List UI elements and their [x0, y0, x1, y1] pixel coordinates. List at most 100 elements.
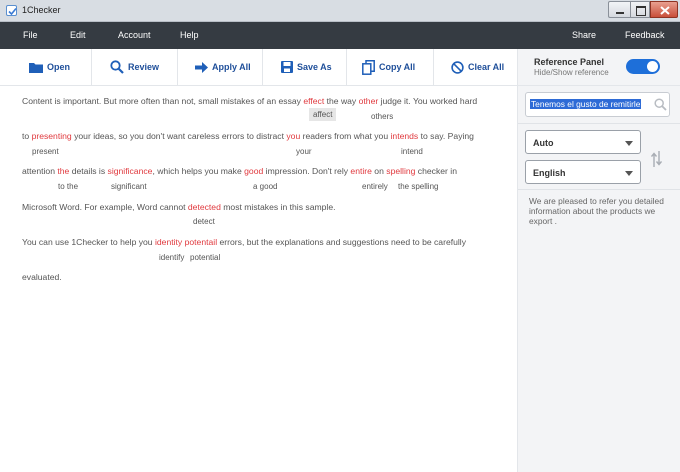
document-editor[interactable]: Content is important. But more often tha… — [0, 86, 517, 472]
toolbar: Open Review Apply All Save As Copy All C… — [0, 49, 517, 86]
text-line: evaluated. — [22, 272, 62, 282]
translation-result: We are pleased to refer you detailed inf… — [529, 196, 664, 226]
chevron-down-icon — [625, 171, 633, 176]
open-button[interactable]: Open — [29, 49, 70, 85]
text-line: attention the details is significance, w… — [22, 166, 457, 176]
text-segment: details is — [69, 166, 108, 176]
text-segment: Microsoft Word. For example, Word cannot — [22, 202, 188, 212]
suggestion-chip[interactable]: affect — [309, 108, 337, 121]
text-line: Content is important. But more often tha… — [22, 96, 477, 106]
review-button[interactable]: Review — [110, 49, 159, 85]
toolbar-divider — [262, 49, 263, 85]
apply-all-label: Apply All — [212, 62, 251, 72]
menu-share[interactable]: Share — [572, 30, 596, 40]
text-segment: readers from what you — [300, 131, 391, 141]
toolbar-divider — [346, 49, 347, 85]
error-word[interactable]: significance — [108, 166, 153, 176]
menu-feedback[interactable]: Feedback — [625, 30, 665, 40]
error-word[interactable]: you — [286, 131, 300, 141]
window-titlebar: 1Checker — [0, 0, 680, 22]
error-word[interactable]: effect — [303, 96, 324, 106]
menu-account[interactable]: Account — [118, 30, 151, 40]
suggestion-chip[interactable]: entirely — [362, 182, 388, 191]
menu-edit[interactable]: Edit — [70, 30, 86, 40]
copy-all-label: Copy All — [379, 62, 416, 72]
error-word[interactable]: presenting — [32, 131, 72, 141]
target-language-select[interactable]: English — [525, 160, 641, 184]
swap-languages-icon[interactable] — [651, 150, 662, 168]
text-segment: on — [371, 166, 387, 176]
error-word[interactable]: spelling — [386, 166, 415, 176]
suggestion-chip[interactable]: potential — [190, 253, 220, 262]
suggestion-chip[interactable]: to the — [58, 182, 78, 191]
magnifier-icon — [110, 60, 124, 74]
reference-panel: Tenemos el gusto de remitirle Auto Engli… — [517, 86, 680, 472]
text-segment: the way — [324, 96, 359, 106]
text-segment: evaluated. — [22, 272, 62, 282]
clear-all-button[interactable]: Clear All — [451, 49, 504, 85]
panel-divider — [518, 123, 680, 124]
copy-icon — [362, 59, 375, 75]
text-line: to presenting your ideas, so you don't w… — [22, 131, 474, 141]
error-word[interactable]: identity — [155, 237, 182, 247]
error-word[interactable]: entire — [350, 166, 372, 176]
toolbar-divider — [433, 49, 434, 85]
menu-help[interactable]: Help — [180, 30, 199, 40]
error-word[interactable]: the — [57, 166, 69, 176]
reference-panel-header: Reference Panel Hide/Show reference — [517, 49, 680, 86]
suggestion-chip[interactable]: present — [32, 147, 59, 156]
close-button[interactable] — [650, 1, 678, 18]
arrow-right-icon — [195, 61, 208, 73]
panel-divider — [518, 189, 680, 190]
review-label: Review — [128, 62, 160, 72]
apply-all-button[interactable]: Apply All — [195, 49, 251, 85]
text-segment: attention — [22, 166, 58, 176]
reference-panel-title: Reference Panel — [534, 57, 605, 67]
error-word[interactable]: detected — [188, 202, 221, 212]
suggestion-chip[interactable]: the spelling — [398, 182, 438, 191]
menu-bar: File Edit Account Help Share Feedback — [0, 22, 680, 49]
source-language-value: Auto — [533, 138, 554, 148]
chevron-down-icon — [625, 141, 633, 146]
error-word[interactable]: potentail — [185, 237, 218, 247]
suggestion-chip[interactable]: others — [371, 112, 393, 121]
suggestion-chip[interactable]: identify — [159, 253, 184, 262]
suggestion-chip[interactable]: detect — [193, 217, 215, 226]
toolbar-divider — [177, 49, 178, 85]
text-segment: judge it. You worked hard — [378, 96, 478, 106]
menu-file[interactable]: File — [23, 30, 38, 40]
text-segment: your ideas, so you don't want careless e… — [71, 131, 287, 141]
window-title: 1Checker — [22, 5, 61, 15]
text-segment: You can use 1Checker to help you — [22, 237, 155, 247]
error-word[interactable]: good — [244, 166, 263, 176]
text-segment: checker in — [415, 166, 457, 176]
text-segment: , which helps you make — [152, 166, 245, 176]
save-disk-icon — [281, 61, 293, 73]
source-language-select[interactable]: Auto — [525, 130, 641, 154]
reference-panel-toggle[interactable] — [626, 59, 660, 74]
open-label: Open — [47, 62, 71, 72]
text-segment: to — [22, 131, 32, 141]
suggestion-chip[interactable]: intend — [401, 147, 423, 156]
close-icon — [660, 6, 670, 15]
suggestion-chip[interactable]: your — [296, 147, 312, 156]
clear-all-label: Clear All — [468, 62, 505, 72]
save-as-button[interactable]: Save As — [281, 49, 332, 85]
suggestion-chip[interactable]: a good — [253, 182, 277, 191]
maximize-button[interactable] — [630, 1, 650, 18]
clear-icon — [451, 60, 464, 74]
minimize-button[interactable] — [608, 1, 630, 18]
text-segment: most mistakes in this sample. — [220, 202, 336, 212]
suggestion-chip[interactable]: significant — [111, 182, 147, 191]
text-segment: Content is important. But more often tha… — [22, 96, 304, 106]
error-word[interactable]: other — [359, 96, 379, 106]
text-segment: impression. Don't rely — [263, 166, 351, 176]
reference-search-input[interactable]: Tenemos el gusto de remitirle — [525, 92, 670, 117]
search-icon[interactable] — [654, 98, 667, 111]
target-language-value: English — [533, 168, 566, 178]
save-as-label: Save As — [297, 62, 332, 72]
text-line: Microsoft Word. For example, Word cannot… — [22, 202, 336, 212]
error-word[interactable]: intends — [391, 131, 419, 141]
copy-all-button[interactable]: Copy All — [362, 49, 415, 85]
reference-search-value: Tenemos el gusto de remitirle — [530, 99, 642, 109]
